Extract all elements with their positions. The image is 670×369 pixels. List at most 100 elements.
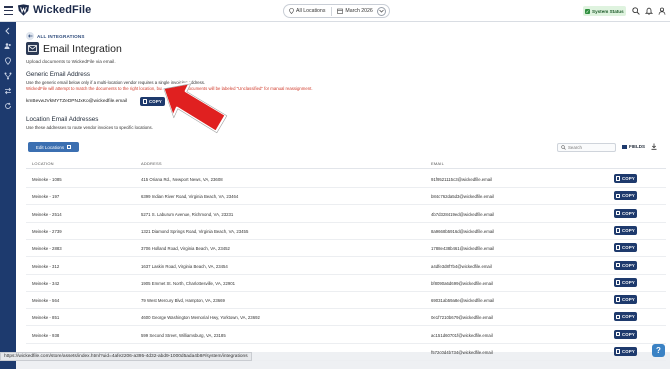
collapse-sidebar-icon[interactable]	[4, 27, 12, 35]
copy-email-button[interactable]: COPY	[614, 191, 637, 201]
generic-email-address: kmBevwJVkMYTZeDPNJxKo@wickedfile.email	[26, 99, 128, 104]
back-to-integrations-link[interactable]: ALL INTEGRATIONS	[26, 32, 85, 40]
cell-email: f572c0d4b734@wickedfile.email	[431, 350, 493, 355]
copy-button-label: COPY	[622, 262, 635, 268]
email-icon	[26, 42, 39, 55]
copy-icon	[616, 280, 620, 285]
table-row: Meineke - 2883 3706 Holland Road, Virgini…	[26, 240, 666, 258]
copy-email-button[interactable]: COPY	[614, 295, 637, 305]
wickedfile-logo-icon	[17, 4, 30, 16]
cell-address: 1637 Laskin Road, Virginia Beach, VA, 23…	[141, 263, 228, 269]
date-filter[interactable]: March 2026	[332, 8, 373, 14]
cell-location: Meineke - 2514	[32, 211, 62, 217]
cell-location: Meineke - 2739	[32, 228, 62, 234]
filter-dropdown-button[interactable]	[377, 6, 386, 16]
copy-email-button[interactable]: COPY	[614, 208, 637, 218]
copy-button-label: COPY	[622, 245, 635, 251]
system-status-badge[interactable]: ✓ System Status	[583, 6, 626, 16]
transfer-icon[interactable]	[4, 87, 12, 95]
location-emails-heading: Location Email Addresses	[26, 116, 99, 123]
check-icon: ✓	[585, 8, 590, 14]
copy-button-label: COPY	[622, 331, 635, 337]
copy-email-button[interactable]: COPY	[614, 329, 637, 339]
copy-button-label: COPY	[622, 210, 635, 216]
cell-address: 415 Oriana Rd., Newport News, VA, 23608	[141, 177, 223, 182]
column-header-location[interactable]: LOCATION	[32, 161, 54, 166]
page-subtitle: Upload documents to WickedFile via email…	[26, 59, 116, 64]
refresh-icon[interactable]	[4, 102, 12, 110]
location-emails-description: Use these addresses to route vendor invo…	[26, 125, 153, 130]
cell-email: 69031ab59a8e@wickedfile.email	[431, 298, 495, 304]
title-row: Email Integration	[26, 42, 122, 55]
search-icon[interactable]	[632, 7, 640, 15]
top-bar: WickedFile All Locations March 2026 ✓ Sy…	[0, 0, 670, 22]
search-input[interactable]: Search	[557, 143, 616, 152]
search-icon	[561, 145, 566, 150]
cell-location: Meineke - 1085	[32, 177, 62, 182]
table-row: Meineke - 312 1637 Laskin Road, Virginia …	[26, 258, 666, 275]
fields-button[interactable]: FIELDS	[622, 144, 645, 149]
copy-email-button[interactable]: COPY	[614, 347, 637, 356]
logo[interactable]: WickedFile	[17, 3, 91, 17]
cell-location: Meineke - 938	[32, 332, 60, 338]
copy-button-label: COPY	[622, 314, 635, 320]
main-content: ALL INTEGRATIONS Email Integration Uploa…	[16, 22, 670, 361]
location-filter-label: All Locations	[296, 8, 326, 14]
copy-icon	[616, 349, 620, 354]
bell-icon[interactable]	[645, 7, 653, 15]
app-name: WickedFile	[33, 4, 92, 16]
cell-address: 599 Second Street, Williamsburg, VA, 231…	[141, 332, 226, 338]
help-button[interactable]: ?	[652, 344, 665, 357]
copy-email-button[interactable]: COPY	[614, 312, 637, 322]
cell-location: Meineke - 312	[32, 263, 60, 269]
location-filter[interactable]: All Locations	[284, 8, 325, 14]
copy-email-button[interactable]: COPY	[614, 174, 637, 183]
copy-button-label: COPY	[622, 297, 635, 303]
copy-email-button[interactable]: COPY	[614, 225, 637, 235]
routing-icon[interactable]	[4, 72, 12, 80]
cell-location: Meineke - 197	[32, 194, 60, 200]
menu-icon[interactable]	[4, 6, 13, 15]
table-row: Meineke - 2514 5271 S. Laburum Avenue, Ri…	[26, 206, 666, 223]
copy-icon	[616, 210, 620, 216]
cell-email: 0e1f7210b679@wickedfile.email	[431, 315, 493, 321]
column-header-address[interactable]: ADDRESS	[141, 161, 162, 166]
cell-location: Meineke - 851	[32, 315, 60, 321]
cell-email: 1788e438b461@wickedfile.email	[431, 246, 495, 252]
cell-address: 1321 Diamond Springs Road, Virginia Beac…	[141, 228, 249, 234]
chevron-down-icon	[379, 9, 384, 13]
edit-locations-button[interactable]: Edit Locations	[28, 142, 79, 152]
location-icon[interactable]	[4, 57, 12, 65]
user-icon[interactable]	[658, 7, 666, 15]
download-icon[interactable]	[651, 143, 657, 150]
generic-email-heading: Generic Email Address	[26, 71, 91, 78]
copy-icon	[616, 331, 620, 337]
copy-email-button[interactable]: COPY	[614, 243, 637, 253]
table-row: Meineke - 2739 1321 Diamond Springs Road,…	[26, 223, 666, 240]
table-row: Meineke - 1085 415 Oriana Rd., Newport Ne…	[26, 171, 666, 188]
copy-email-button[interactable]: COPY	[614, 277, 637, 287]
copy-icon	[616, 245, 620, 250]
cell-email: bf8090a6d699@wickedfile.email	[431, 280, 493, 286]
copy-icon	[616, 314, 620, 320]
sidebar	[0, 22, 16, 369]
cell-address: 6399 Indian River Road, Virginia Beach, …	[141, 194, 239, 200]
cell-location: Meineke - 564	[32, 298, 60, 304]
cell-email: ac151d60701f@wickedfile.email	[431, 332, 493, 338]
filter-bar: All Locations March 2026	[283, 4, 390, 18]
people-icon[interactable]	[4, 42, 12, 50]
copy-email-button[interactable]: COPY	[614, 260, 637, 270]
date-filter-label: March 2026	[345, 8, 373, 14]
fields-label: FIELDS	[629, 144, 646, 149]
copy-icon	[616, 262, 620, 268]
table-row: Meineke - 342 1905 Emmet St. North, Charl…	[26, 275, 666, 292]
column-header-email[interactable]: EMAIL	[431, 161, 444, 166]
table-header: LOCATION ADDRESS EMAIL	[26, 159, 666, 169]
status-bar-url: https://wickedfile.com/store/assets/inde…	[0, 352, 252, 361]
copy-button-label: COPY	[622, 279, 635, 285]
table-row: Meineke - 851 4600 George Washington Memo…	[26, 309, 666, 327]
copy-button-label: COPY	[622, 349, 635, 354]
system-status-label: System Status	[592, 8, 624, 14]
copy-icon	[616, 228, 620, 233]
table-row: Meineke - 938 599 Second Street, Williams…	[26, 327, 666, 344]
